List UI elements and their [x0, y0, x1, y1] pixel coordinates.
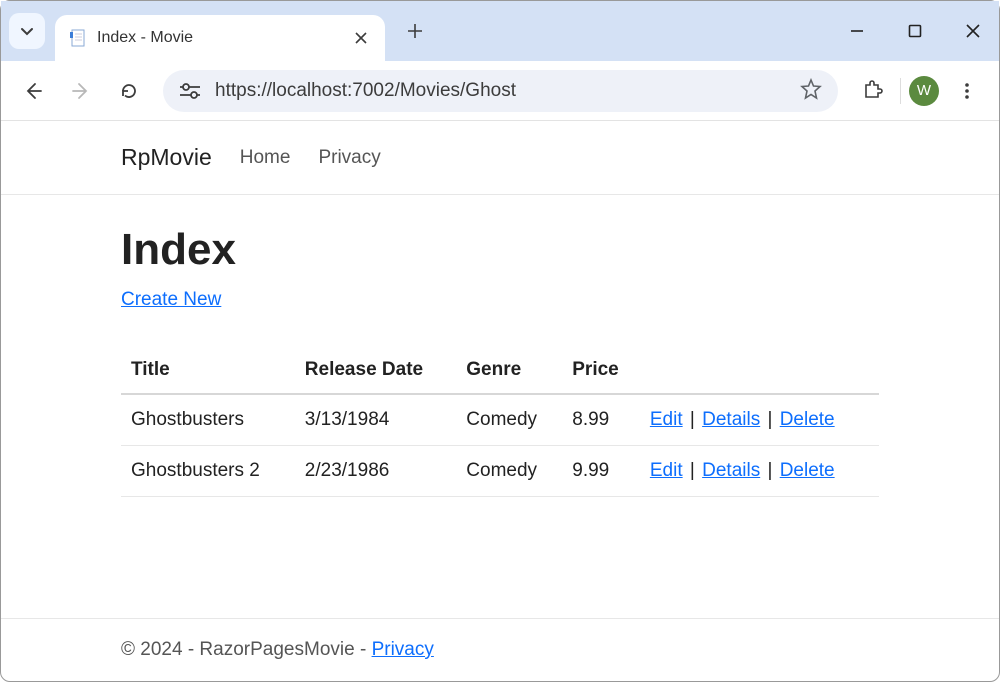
chevron-down-icon [20, 24, 34, 38]
tab-title: Index - Movie [97, 29, 341, 47]
nav-home[interactable]: Home [240, 147, 291, 169]
star-icon [800, 78, 822, 100]
cell-title: Ghostbusters [121, 394, 295, 446]
cell-genre: Comedy [456, 446, 562, 497]
window-close-button[interactable] [961, 19, 985, 43]
window-maximize-button[interactable] [903, 19, 927, 43]
puzzle-icon [861, 80, 883, 102]
arrow-left-icon [23, 81, 43, 101]
maximize-icon [908, 24, 922, 38]
close-icon [965, 23, 981, 39]
footer-copyright: © 2024 - RazorPagesMovie - [121, 639, 372, 660]
page-title: Index [121, 225, 879, 275]
profile-avatar[interactable]: W [909, 76, 939, 106]
browser-menu-button[interactable] [947, 71, 987, 111]
details-link[interactable]: Details [702, 409, 760, 430]
back-button[interactable] [13, 71, 53, 111]
address-bar-row: https://localhost:7002/Movies/Ghost W [1, 61, 999, 121]
th-price: Price [562, 347, 640, 394]
reload-button[interactable] [109, 71, 149, 111]
new-tab-button[interactable] [399, 15, 431, 47]
table-header-row: Title Release Date Genre Price [121, 347, 879, 394]
close-icon [355, 32, 367, 44]
cell-genre: Comedy [456, 394, 562, 446]
reload-icon [119, 81, 139, 101]
browser-tab[interactable]: Index - Movie [55, 15, 385, 61]
th-release: Release Date [295, 347, 456, 394]
tab-strip: Index - Movie [1, 1, 999, 61]
th-title: Title [121, 347, 295, 394]
edit-link[interactable]: Edit [650, 460, 683, 481]
nav-privacy[interactable]: Privacy [318, 147, 380, 169]
delete-link[interactable]: Delete [780, 460, 835, 481]
page-content: RpMovie Home Privacy Index Create New Ti… [1, 121, 999, 497]
site-info-button[interactable] [179, 82, 201, 100]
delete-link[interactable]: Delete [780, 409, 835, 430]
tab-close-button[interactable] [351, 28, 371, 48]
cell-price: 8.99 [562, 394, 640, 446]
details-link[interactable]: Details [702, 460, 760, 481]
window-minimize-button[interactable] [845, 19, 869, 43]
table-row: Ghostbusters 22/23/1986Comedy9.99Edit | … [121, 446, 879, 497]
forward-button[interactable] [61, 71, 101, 111]
th-genre: Genre [456, 347, 562, 394]
table-row: Ghostbusters3/13/1984Comedy8.99Edit | De… [121, 394, 879, 446]
cell-title: Ghostbusters 2 [121, 446, 295, 497]
tune-icon [179, 82, 201, 100]
footer: © 2024 - RazorPagesMovie - Privacy [1, 618, 999, 681]
dots-vertical-icon [958, 82, 976, 100]
url-text: https://localhost:7002/Movies/Ghost [215, 80, 786, 102]
tab-search-button[interactable] [9, 13, 45, 49]
plus-icon [407, 23, 423, 39]
page-favicon [69, 29, 87, 47]
main-content: Index Create New Title Release Date Genr… [1, 195, 999, 497]
site-navbar: RpMovie Home Privacy [1, 121, 999, 195]
bookmark-button[interactable] [800, 78, 822, 103]
th-actions [640, 347, 879, 394]
avatar-letter: W [917, 82, 931, 99]
cell-release: 2/23/1986 [295, 446, 456, 497]
cell-price: 9.99 [562, 446, 640, 497]
movies-table: Title Release Date Genre Price Ghostbust… [121, 347, 879, 497]
create-new-link[interactable]: Create New [121, 289, 221, 310]
cell-actions: Edit | Details | Delete [640, 446, 879, 497]
address-bar[interactable]: https://localhost:7002/Movies/Ghost [163, 70, 838, 112]
toolbar-divider [900, 78, 901, 104]
footer-privacy-link[interactable]: Privacy [372, 639, 434, 660]
minimize-icon [849, 23, 865, 39]
cell-release: 3/13/1984 [295, 394, 456, 446]
window-controls [845, 1, 985, 61]
extensions-button[interactable] [852, 71, 892, 111]
edit-link[interactable]: Edit [650, 409, 683, 430]
cell-actions: Edit | Details | Delete [640, 394, 879, 446]
brand[interactable]: RpMovie [121, 144, 212, 171]
arrow-right-icon [71, 81, 91, 101]
